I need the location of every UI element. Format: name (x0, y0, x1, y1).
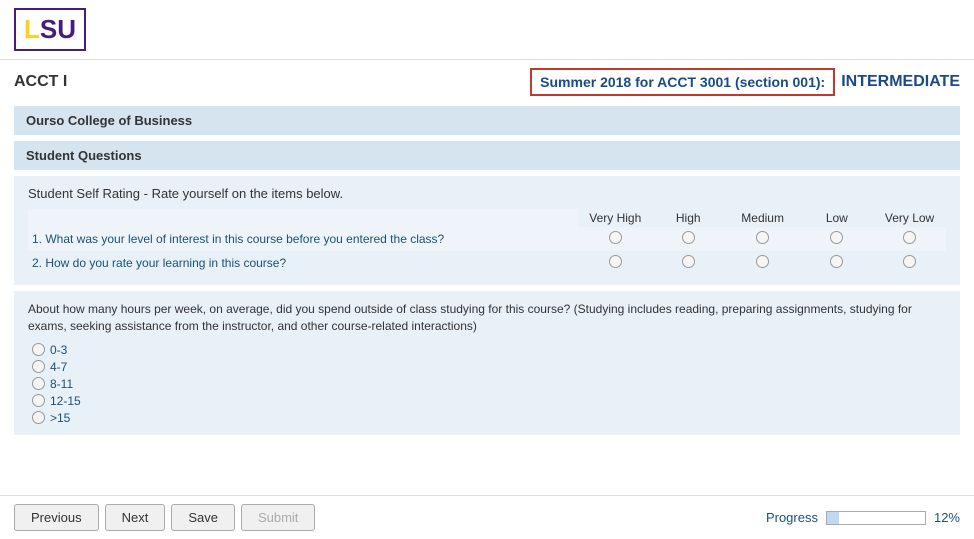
q2-very-high-cell (579, 251, 652, 275)
q2-very-low-radio[interactable] (903, 255, 916, 268)
progress-percent: 12% (934, 510, 960, 525)
save-button[interactable]: Save (171, 504, 235, 531)
q1-high-radio[interactable] (682, 231, 695, 244)
q2-medium-cell (725, 251, 801, 275)
q1-very-low-radio[interactable] (903, 231, 916, 244)
hours-label-8-11: 8-11 (50, 377, 73, 391)
rating-table: Very High High Medium Low Very Low 1. Wh… (28, 209, 946, 275)
col-low: Low (801, 209, 874, 227)
q1-very-high-radio[interactable] (609, 231, 622, 244)
hours-question: About how many hours per week, on averag… (28, 301, 946, 335)
course-header: Summer 2018 for ACCT 3001 (section 001):… (530, 68, 960, 96)
q1-medium-cell (725, 227, 801, 251)
q2-very-low-cell (873, 251, 946, 275)
table-row: 2. How do you rate your learning in this… (28, 251, 946, 275)
student-questions-header: Student Questions (14, 141, 960, 170)
logo-text: LSU (24, 14, 76, 44)
progress-bar (826, 511, 926, 525)
q2-medium-radio[interactable] (756, 255, 769, 268)
table-row: 1. What was your level of interest in th… (28, 227, 946, 251)
footer: Previous Next Save Submit Progress 12% (0, 495, 974, 539)
course-title-box: Summer 2018 for ACCT 3001 (section 001): (530, 68, 835, 96)
q2-very-high-radio[interactable] (609, 255, 622, 268)
col-high: High (652, 209, 725, 227)
q1-low-cell (801, 227, 874, 251)
hours-option-gt15[interactable]: >15 (32, 411, 946, 425)
q1-very-low-cell (873, 227, 946, 251)
progress-label: Progress (766, 510, 818, 525)
question-2: 2. How do you rate your learning in this… (28, 251, 579, 275)
hours-block: About how many hours per week, on averag… (14, 291, 960, 435)
title-area: ACCT I Summer 2018 for ACCT 3001 (sectio… (0, 60, 974, 100)
hours-radio-4-7[interactable] (32, 360, 45, 373)
main-content: Ourso College of Business Student Questi… (0, 100, 974, 447)
q1-low-radio[interactable] (830, 231, 843, 244)
q2-low-cell (801, 251, 874, 275)
hours-label-gt15: >15 (50, 411, 70, 425)
progress-bar-fill (827, 512, 839, 524)
hours-label-12-15: 12-15 (50, 394, 81, 408)
col-very-low: Very Low (873, 209, 946, 227)
col-very-high: Very High (579, 209, 652, 227)
hours-radio-0-3[interactable] (32, 343, 45, 356)
q2-high-radio[interactable] (682, 255, 695, 268)
lsu-logo: LSU (14, 8, 86, 51)
hours-radio-12-15[interactable] (32, 394, 45, 407)
hours-option-0-3[interactable]: 0-3 (32, 343, 946, 357)
course-level: INTERMEDIATE (835, 73, 960, 91)
q2-high-cell (652, 251, 725, 275)
hours-option-8-11[interactable]: 8-11 (32, 377, 946, 391)
college-section-header: Ourso College of Business (14, 106, 960, 135)
q2-low-radio[interactable] (830, 255, 843, 268)
hours-option-4-7[interactable]: 4-7 (32, 360, 946, 374)
next-button[interactable]: Next (105, 504, 166, 531)
q1-very-high-cell (579, 227, 652, 251)
hours-options: 0-3 4-7 8-11 12-15 >15 (28, 343, 946, 425)
question-1: 1. What was your level of interest in th… (28, 227, 579, 251)
page-title: ACCT I (14, 73, 67, 91)
hours-radio-8-11[interactable] (32, 377, 45, 390)
col-medium: Medium (725, 209, 801, 227)
previous-button[interactable]: Previous (14, 504, 99, 531)
q1-medium-radio[interactable] (756, 231, 769, 244)
hours-option-12-15[interactable]: 12-15 (32, 394, 946, 408)
hours-label-0-3: 0-3 (50, 343, 67, 357)
rating-block: Student Self Rating - Rate yourself on t… (14, 176, 960, 285)
submit-button[interactable]: Submit (241, 504, 315, 531)
q1-high-cell (652, 227, 725, 251)
hours-label-4-7: 4-7 (50, 360, 67, 374)
header: LSU (0, 0, 974, 60)
hours-radio-gt15[interactable] (32, 411, 45, 424)
footer-right: Progress 12% (766, 510, 960, 525)
rating-block-title: Student Self Rating - Rate yourself on t… (28, 186, 946, 201)
